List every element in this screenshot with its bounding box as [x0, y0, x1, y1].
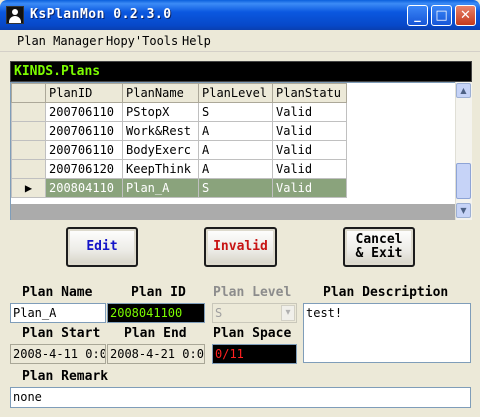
cell-planname: BodyExerc [122, 140, 199, 160]
plan-space-label: Plan Space [213, 326, 292, 341]
cancel-exit-button[interactable]: Cancel & Exit [343, 227, 415, 267]
column-header-planstatus[interactable]: PlanStatu [272, 83, 347, 103]
column-header-planname[interactable]: PlanName [122, 83, 199, 103]
plan-description-label: Plan Description [323, 285, 449, 300]
cell-planstatus: Valid [272, 121, 347, 141]
table-row[interactable]: 200706110 PStopX S Valid [11, 102, 347, 122]
row-header[interactable]: ▶ [11, 178, 46, 198]
scroll-up-icon[interactable]: ▲ [456, 83, 471, 98]
menu-hopy-tools[interactable]: Hopy'Tools [106, 34, 178, 48]
maximize-button[interactable]: □ [431, 5, 452, 26]
plan-end-label: Plan End [124, 326, 187, 341]
cell-planname: Plan_A [122, 178, 199, 198]
column-header-planlevel[interactable]: PlanLevel [198, 83, 273, 103]
plan-space-field: 0/11 [212, 344, 297, 364]
plan-id-field: 2008041100 [107, 303, 205, 323]
invalid-button[interactable]: Invalid [204, 227, 277, 267]
menu-plan-manager[interactable]: Plan Manager [17, 34, 104, 48]
dropdown-arrow-icon[interactable]: ▾ [281, 305, 295, 321]
window-title: KsPlanMon 0.2.3.0 [30, 7, 172, 22]
cell-planlevel: A [198, 121, 273, 141]
cancel-button-label-line1: Cancel [355, 232, 403, 247]
minimize-button[interactable]: _ [407, 5, 428, 26]
cell-planid: 200706110 [45, 140, 123, 160]
plan-name-label: Plan Name [22, 285, 93, 300]
table-row[interactable]: 200706110 BodyExerc A Valid [11, 140, 347, 160]
scroll-down-icon[interactable]: ▼ [456, 203, 471, 218]
plan-end-picker[interactable]: 2008-4-21 0:00 [107, 344, 205, 364]
plan-remark-label: Plan Remark [22, 369, 109, 384]
cancel-button-label-line2: & Exit [355, 246, 403, 261]
table-row[interactable]: 200706120 KeepThink A Valid [11, 159, 347, 179]
cell-planlevel: A [198, 159, 273, 179]
row-header[interactable] [11, 102, 46, 122]
cell-planname: PStopX [122, 102, 199, 122]
table-row[interactable]: 200706110 Work&Rest A Valid [11, 121, 347, 141]
cell-planid: 200706120 [45, 159, 123, 179]
app-icon [6, 6, 24, 24]
edit-button[interactable]: Edit [66, 227, 138, 267]
plan-name-input[interactable]: Plan_A [10, 303, 106, 323]
table-row[interactable]: ▶ 200804110 Plan_A S Valid [11, 178, 347, 198]
column-header-planid[interactable]: PlanID [45, 83, 123, 103]
plan-id-label: Plan ID [131, 285, 186, 300]
cell-planid: 200706110 [45, 121, 123, 141]
plan-start-picker[interactable]: 2008-4-11 0:00 [10, 344, 106, 364]
row-header-corner [11, 83, 46, 103]
cell-planstatus: Valid [272, 159, 347, 179]
invalid-button-label: Invalid [213, 239, 268, 254]
plan-description-textarea[interactable]: test! [303, 303, 471, 363]
row-header[interactable] [11, 121, 46, 141]
cell-planid: 200804110 [45, 178, 123, 198]
cell-planname: KeepThink [122, 159, 199, 179]
cell-planstatus: Valid [272, 178, 347, 198]
close-button[interactable]: ✕ [455, 5, 476, 26]
row-header[interactable] [11, 140, 46, 160]
cell-planlevel: A [198, 140, 273, 160]
grid-vertical-scrollbar[interactable] [455, 82, 472, 220]
plan-level-label: Plan Level [213, 285, 292, 300]
scroll-thumb[interactable] [456, 163, 471, 199]
plans-table-body: 200706110 PStopX S Valid 200706110 Work&Rest A… [11, 102, 347, 198]
cell-planid: 200706110 [45, 102, 123, 122]
row-header[interactable] [11, 159, 46, 179]
plan-start-label: Plan Start [22, 326, 101, 341]
edit-button-label: Edit [86, 239, 118, 254]
plan-level-value: S [215, 306, 223, 320]
cell-planlevel: S [198, 178, 273, 198]
grid-empty-area [11, 204, 456, 220]
cell-planlevel: S [198, 102, 273, 122]
cell-planname: Work&Rest [122, 121, 199, 141]
panel-title: KINDS.Plans [14, 64, 101, 79]
cell-planstatus: Valid [272, 102, 347, 122]
plans-table[interactable]: PlanID PlanName PlanLevel PlanStatu 2007… [11, 83, 347, 198]
menu-help[interactable]: Help [182, 34, 211, 48]
cell-planstatus: Valid [272, 140, 347, 160]
plan-remark-input[interactable]: none [10, 387, 471, 408]
